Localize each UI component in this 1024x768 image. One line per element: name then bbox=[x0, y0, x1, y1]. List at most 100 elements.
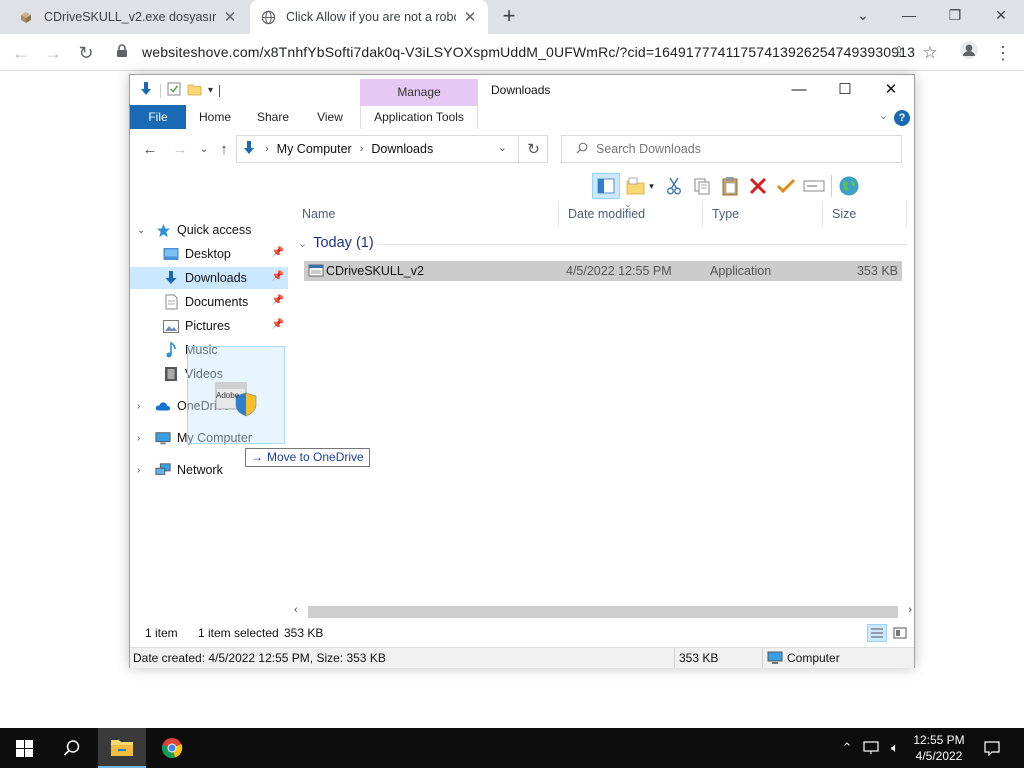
ribbon-tabs: File Home Share View Application Tools ⌄… bbox=[130, 105, 914, 129]
column-header-date[interactable]: Date modified bbox=[562, 201, 700, 227]
file-list: Name ⌄ Date modified Type Size ⌄ Today (… bbox=[296, 199, 912, 601]
file-modified: 4/5/2022 12:55 PM bbox=[566, 264, 672, 278]
pin-icon[interactable]: 📌 bbox=[272, 271, 284, 282]
ribbon-tab-application-tools[interactable]: Application Tools bbox=[360, 105, 478, 129]
file-explorer-icon[interactable] bbox=[98, 728, 146, 768]
ribbon-tab-home[interactable]: Home bbox=[192, 105, 238, 129]
customize-dropdown-icon[interactable]: ▾ bbox=[208, 85, 213, 96]
chevron-down-icon[interactable]: ⌄ bbox=[879, 109, 888, 122]
up-icon[interactable]: ↑ bbox=[214, 139, 234, 161]
chevron-right-icon[interactable]: › bbox=[360, 143, 364, 155]
chevron-right-icon[interactable]: › bbox=[137, 401, 147, 412]
scroll-right-icon[interactable]: › bbox=[908, 604, 912, 616]
group-header[interactable]: ⌄ Today (1) bbox=[298, 235, 374, 251]
nav-pictures[interactable]: Pictures 📌 bbox=[130, 315, 288, 337]
share-icon[interactable]: ⇪ bbox=[886, 40, 912, 66]
minimize-icon[interactable]: — bbox=[776, 79, 822, 101]
manage-context-tab[interactable]: Manage bbox=[360, 79, 478, 106]
details-view-icon[interactable] bbox=[867, 624, 887, 642]
maximize-icon[interactable]: ☐ bbox=[822, 79, 868, 101]
delete-icon[interactable] bbox=[744, 173, 772, 199]
star-icon bbox=[155, 222, 171, 238]
ribbon-tab-share[interactable]: Share bbox=[250, 105, 296, 129]
rename-icon[interactable] bbox=[800, 173, 828, 199]
breadcrumb-item[interactable]: Downloads bbox=[371, 142, 433, 156]
back-icon[interactable]: ← bbox=[8, 40, 34, 66]
preview-pane-icon[interactable] bbox=[592, 173, 620, 199]
bookmark-star-icon[interactable]: ☆ bbox=[917, 40, 943, 66]
help-icon[interactable]: ? bbox=[894, 110, 910, 126]
browser-tab-robot[interactable]: Click Allow if you are not a robot ✕ bbox=[250, 0, 488, 34]
refresh-icon[interactable]: ↻ bbox=[518, 136, 548, 164]
address-bar[interactable]: websiteshove.com/x8TnhfYbSofti7dak0q-V3i… bbox=[108, 38, 948, 66]
back-icon[interactable]: ← bbox=[140, 139, 160, 161]
scroll-thumb[interactable] bbox=[308, 606, 898, 618]
forward-icon[interactable]: → bbox=[40, 40, 66, 66]
paste-icon[interactable] bbox=[716, 173, 744, 199]
large-icons-view-icon[interactable] bbox=[890, 624, 910, 642]
column-header-name[interactable]: Name bbox=[296, 201, 558, 227]
browser-toolbar: ← → ↻ websiteshove.com/x8TnhfYbSofti7dak… bbox=[0, 34, 1024, 71]
download-arrow-icon[interactable] bbox=[138, 81, 154, 100]
copy-icon[interactable] bbox=[688, 173, 716, 199]
breadcrumb[interactable]: › My Computer › Downloads ⌄ ↻ bbox=[236, 135, 548, 164]
recent-locations-icon[interactable]: ⌄ bbox=[194, 139, 214, 161]
column-header-type[interactable]: Type bbox=[706, 201, 822, 227]
tab-close-icon[interactable]: ✕ bbox=[462, 8, 478, 26]
nav-quick-access[interactable]: ⌄ Quick access bbox=[130, 219, 288, 241]
windows-start-icon[interactable] bbox=[0, 728, 48, 768]
new-folder-icon[interactable] bbox=[187, 82, 202, 99]
search-input[interactable]: Search Downloads bbox=[561, 135, 902, 163]
ribbon-tab-view[interactable]: View bbox=[308, 105, 352, 129]
tab-close-icon[interactable]: ✕ bbox=[222, 8, 238, 26]
restore-icon[interactable]: ❐ bbox=[932, 0, 978, 30]
download-spinner-icon bbox=[18, 9, 34, 25]
nav-desktop[interactable]: Desktop 📌 bbox=[130, 243, 288, 265]
search-icon[interactable] bbox=[48, 728, 96, 768]
breadcrumb-item[interactable]: My Computer bbox=[277, 142, 352, 156]
column-header-size[interactable]: Size bbox=[826, 201, 904, 227]
window-title: Downloads bbox=[491, 83, 551, 97]
application-icon bbox=[308, 263, 324, 283]
chevron-right-icon[interactable]: › bbox=[137, 465, 147, 476]
browser-tab-download[interactable]: CDriveSKULL_v2.exe dosyasını indiriyor ✕ bbox=[8, 0, 248, 34]
new-tab-icon[interactable]: + bbox=[497, 5, 521, 29]
scroll-left-icon[interactable]: ‹ bbox=[294, 604, 298, 616]
close-icon[interactable]: ✕ bbox=[868, 79, 914, 101]
tray-chevron-up-icon[interactable]: ⌃ bbox=[838, 728, 856, 768]
notifications-icon[interactable] bbox=[980, 728, 1004, 768]
profile-icon[interactable] bbox=[956, 40, 982, 66]
nav-documents[interactable]: Documents 📌 bbox=[130, 291, 288, 313]
horizontal-scrollbar[interactable]: ‹ › bbox=[294, 604, 914, 619]
cut-icon[interactable] bbox=[660, 173, 688, 199]
chevron-right-icon[interactable]: › bbox=[265, 143, 269, 155]
new-item-icon[interactable]: ▾ bbox=[620, 173, 660, 199]
globe-icon[interactable] bbox=[835, 173, 863, 199]
system-clock[interactable]: 12:55 PM 4/5/2022 bbox=[905, 732, 973, 764]
minimize-icon[interactable]: — bbox=[886, 0, 932, 30]
pin-icon[interactable]: 📌 bbox=[272, 247, 284, 258]
pin-icon[interactable]: 📌 bbox=[272, 319, 284, 330]
reload-icon[interactable]: ↻ bbox=[73, 40, 99, 66]
kebab-menu-icon[interactable]: ⋮ bbox=[990, 40, 1016, 66]
forward-icon[interactable]: → bbox=[170, 139, 190, 161]
chevron-down-icon[interactable]: ⌄ bbox=[840, 0, 886, 30]
chrome-icon[interactable] bbox=[148, 728, 196, 768]
chevron-down-icon[interactable]: ⌄ bbox=[137, 225, 147, 236]
drag-tooltip: → Move to OneDrive bbox=[245, 448, 370, 467]
volume-icon[interactable]: 🔈︎ bbox=[884, 728, 906, 768]
check-icon[interactable] bbox=[772, 173, 800, 199]
close-icon[interactable]: ✕ bbox=[978, 0, 1024, 30]
properties-icon[interactable] bbox=[167, 82, 181, 99]
file-name: CDriveSKULL_v2 bbox=[326, 264, 424, 278]
network-icon[interactable] bbox=[860, 728, 882, 768]
nav-downloads[interactable]: Downloads 📌 bbox=[130, 267, 288, 289]
file-row[interactable]: CDriveSKULL_v2 4/5/2022 12:55 PM Applica… bbox=[304, 261, 902, 281]
chevron-down-icon[interactable]: ⌄ bbox=[298, 237, 307, 250]
chevron-right-icon[interactable]: › bbox=[137, 433, 147, 444]
lock-icon[interactable] bbox=[116, 43, 130, 61]
chevron-down-icon[interactable]: ⌄ bbox=[498, 141, 507, 154]
pin-icon[interactable]: 📌 bbox=[272, 295, 284, 306]
browser-tab-strip: CDriveSKULL_v2.exe dosyasını indiriyor ✕… bbox=[0, 0, 1024, 34]
ribbon-tab-file[interactable]: File bbox=[130, 105, 186, 129]
